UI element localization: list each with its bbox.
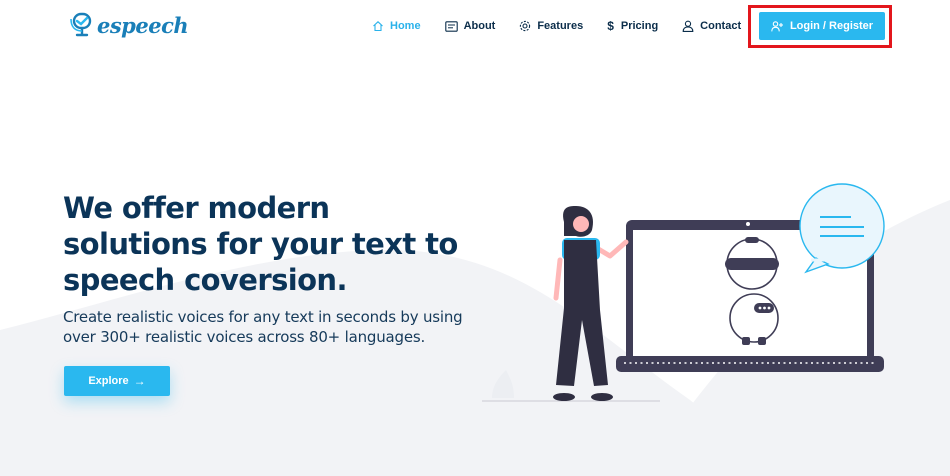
nav-label-about: About	[463, 20, 496, 32]
home-icon	[373, 21, 383, 32]
brand-name: espeech	[97, 12, 189, 38]
site-header: espeech Home About Features $ Pricing Co…	[0, 0, 950, 52]
about-card-icon	[444, 20, 458, 32]
explore-label: Explore	[88, 375, 129, 387]
nav-label-home: Home	[390, 20, 421, 32]
nav-item-about[interactable]: About	[444, 17, 496, 35]
arrow-right-icon: →	[133, 374, 146, 388]
nav-label-contact: Contact	[700, 20, 742, 32]
nav-label-features: Features	[537, 20, 584, 32]
gear-icon	[520, 20, 531, 32]
nav-item-contact[interactable]: Contact	[682, 17, 741, 35]
nav-item-features[interactable]: Features	[519, 17, 583, 35]
nav-item-pricing[interactable]: $ Pricing	[607, 17, 658, 35]
add-user-icon	[771, 20, 783, 31]
login-register-button[interactable]: Login / Register	[759, 12, 885, 40]
nav-item-home[interactable]: Home	[372, 17, 421, 35]
hero-subtitle: Create realistic voices for any text in …	[63, 308, 463, 346]
main-nav: Home About Features $ Pricing Contact	[372, 17, 765, 35]
microphone-logo-icon	[70, 12, 92, 37]
user-icon	[682, 20, 694, 32]
login-register-label: Login / Register	[789, 20, 874, 32]
explore-button[interactable]: Explore →	[64, 366, 170, 396]
plant-silhouette	[492, 370, 514, 398]
nav-label-pricing: Pricing	[620, 20, 659, 32]
hero-title: We offer modern solutions for your text …	[63, 191, 458, 297]
hero-illustration	[482, 183, 885, 402]
dollar-icon: $	[607, 19, 614, 33]
brand-logo[interactable]: espeech	[70, 10, 189, 40]
woman-figure	[553, 206, 629, 401]
